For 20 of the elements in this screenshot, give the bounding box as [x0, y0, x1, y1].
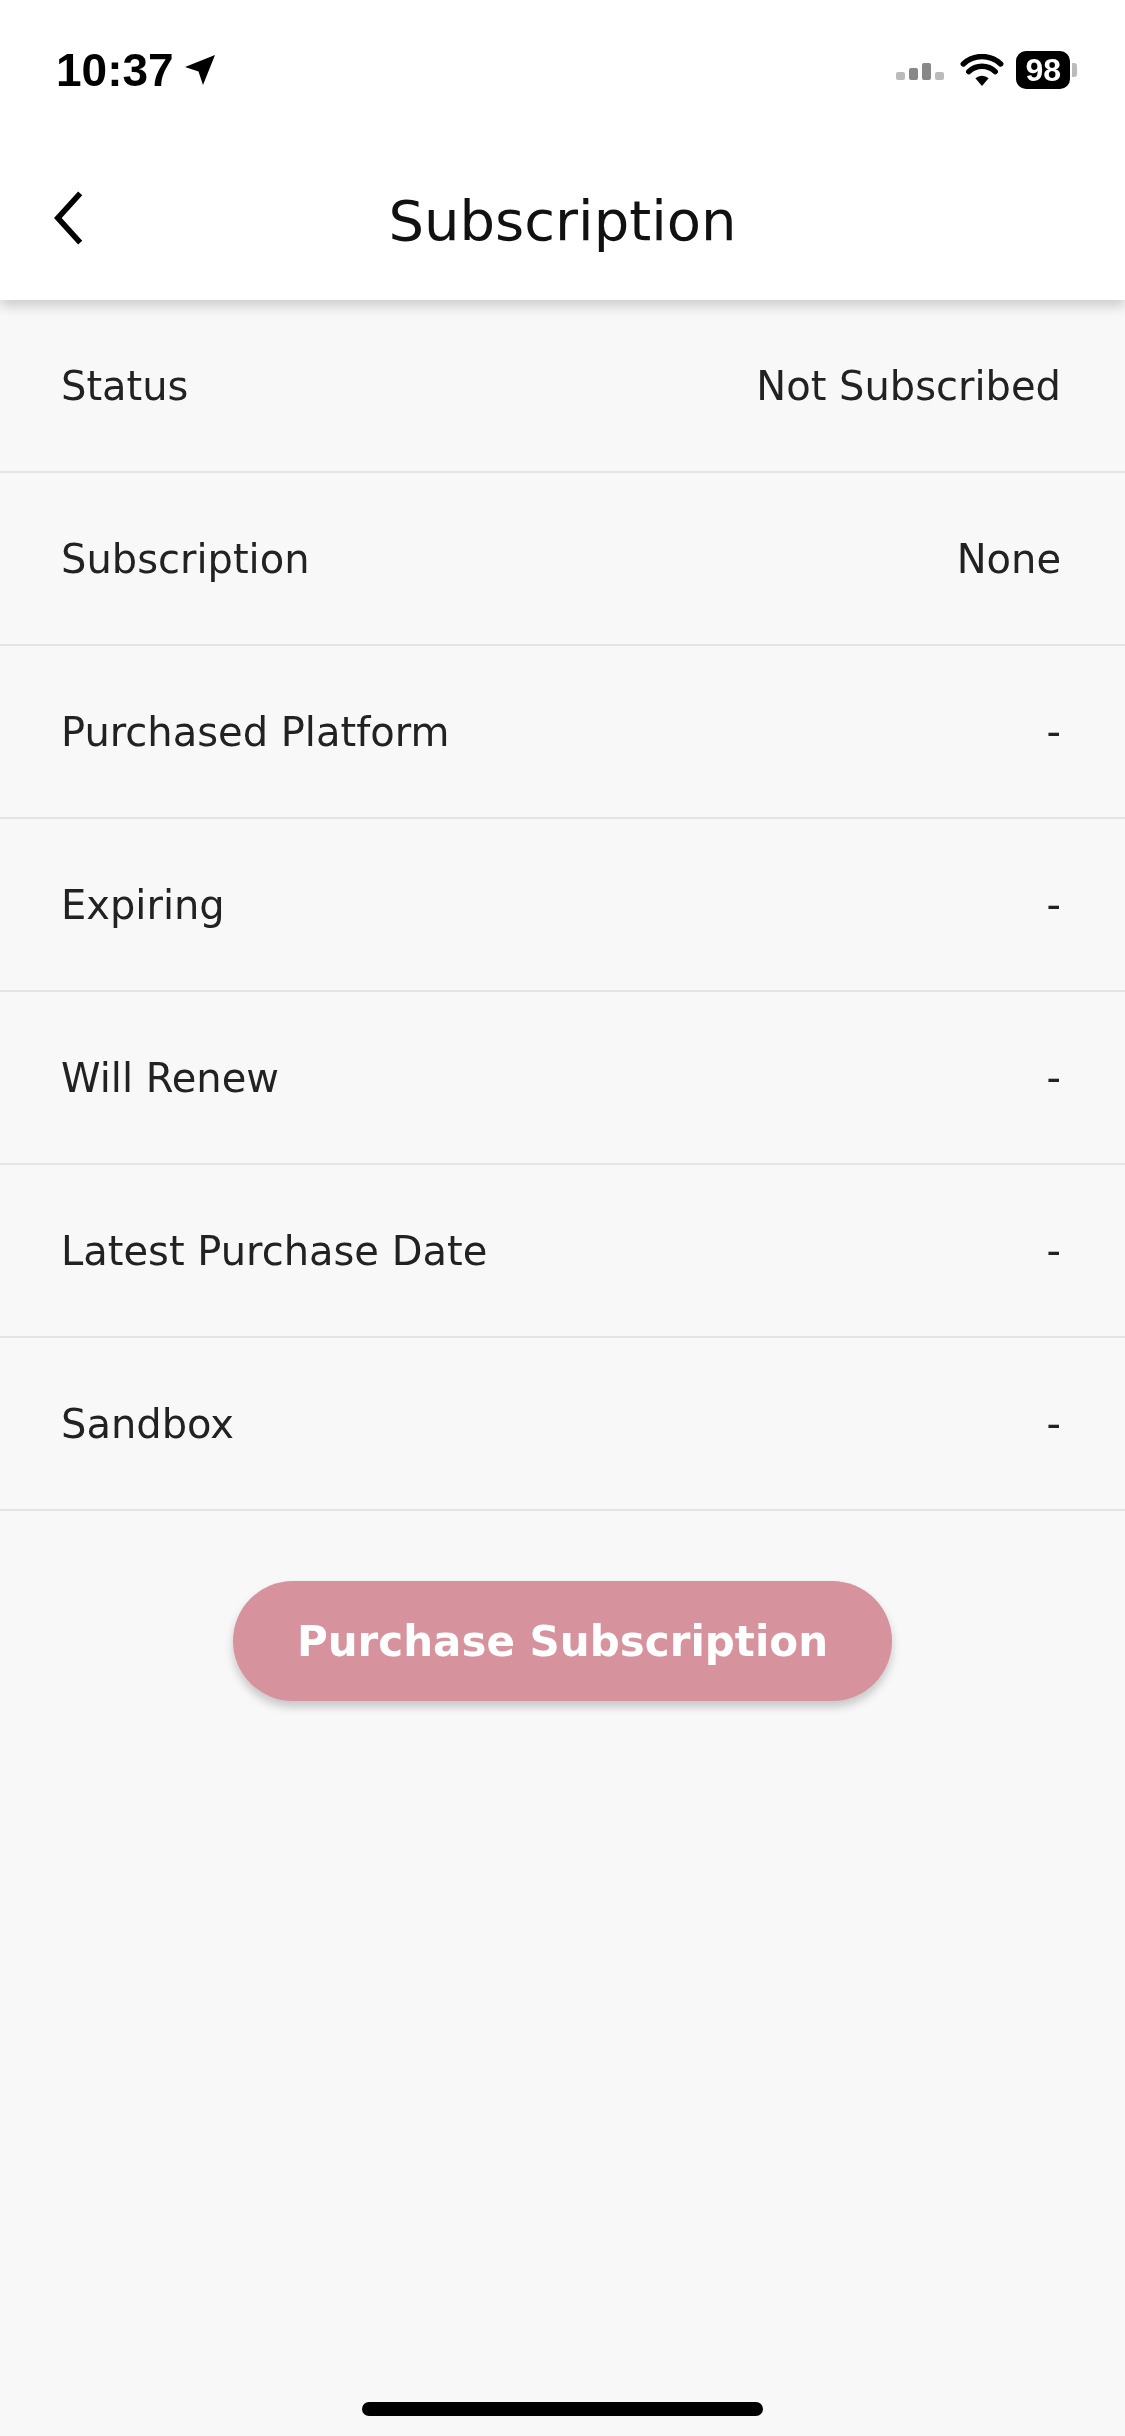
- row-label: Latest Purchase Date: [61, 1227, 488, 1274]
- wifi-icon: [960, 53, 1005, 87]
- page-title: Subscription: [388, 187, 737, 253]
- row-label: Expiring: [61, 881, 225, 928]
- row-label: Sandbox: [61, 1400, 234, 1447]
- row-value: None: [956, 535, 1061, 582]
- row-label: Purchased Platform: [61, 708, 450, 755]
- row-value: -: [1046, 708, 1061, 755]
- row-label: Subscription: [61, 535, 310, 582]
- row-value: -: [1046, 1227, 1061, 1274]
- row-value: -: [1046, 1400, 1061, 1447]
- row-label: Status: [61, 362, 189, 409]
- battery-level: 98: [1016, 51, 1070, 89]
- purchase-button[interactable]: Purchase Subscription: [233, 1581, 892, 1701]
- row-label: Will Renew: [61, 1054, 279, 1101]
- row-value: -: [1046, 1054, 1061, 1101]
- battery-tip-icon: [1072, 63, 1077, 77]
- row-value: Not Subscribed: [756, 362, 1061, 409]
- status-time: 10:37: [56, 43, 174, 97]
- row-value: -: [1046, 881, 1061, 928]
